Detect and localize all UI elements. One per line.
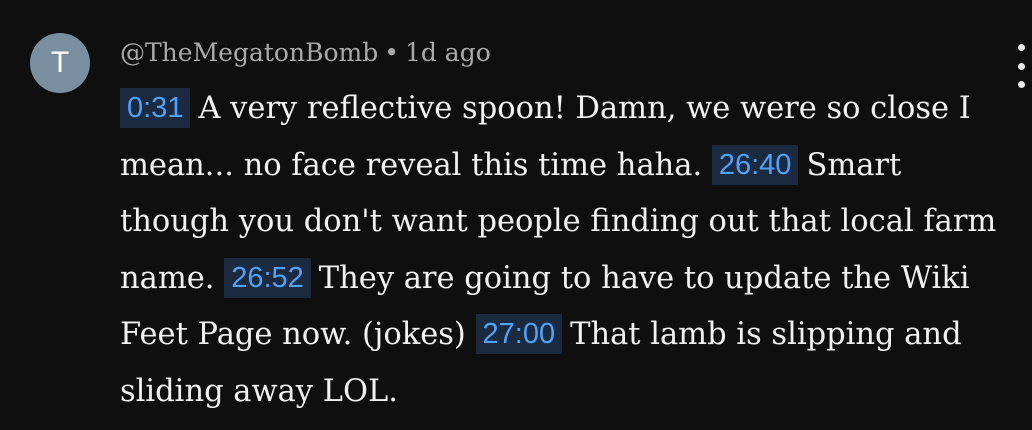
comment-time: 1d ago: [404, 38, 491, 67]
avatar[interactable]: T: [30, 33, 90, 93]
author-username[interactable]: @TheMegatonBomb: [120, 38, 378, 67]
menu-dot: [1017, 81, 1025, 88]
timestamp-link[interactable]: 0:31: [120, 88, 191, 128]
timestamp-link[interactable]: 27:00: [475, 314, 563, 354]
comment-header: @TheMegatonBomb • 1d ago: [120, 36, 491, 70]
timestamp-link[interactable]: 26:52: [224, 257, 311, 298]
menu-dot: [1017, 62, 1025, 70]
timestamp-link[interactable]: 26:40: [711, 144, 799, 185]
comment-text: 0:31 A very reflective spoon! Damn, we we…: [120, 81, 1010, 420]
separator: •: [384, 38, 399, 67]
comment-item: T @TheMegatonBomb • 1d ago 0:31 A very refl…: [0, 0, 1032, 430]
menu-dot: [1017, 44, 1025, 51]
